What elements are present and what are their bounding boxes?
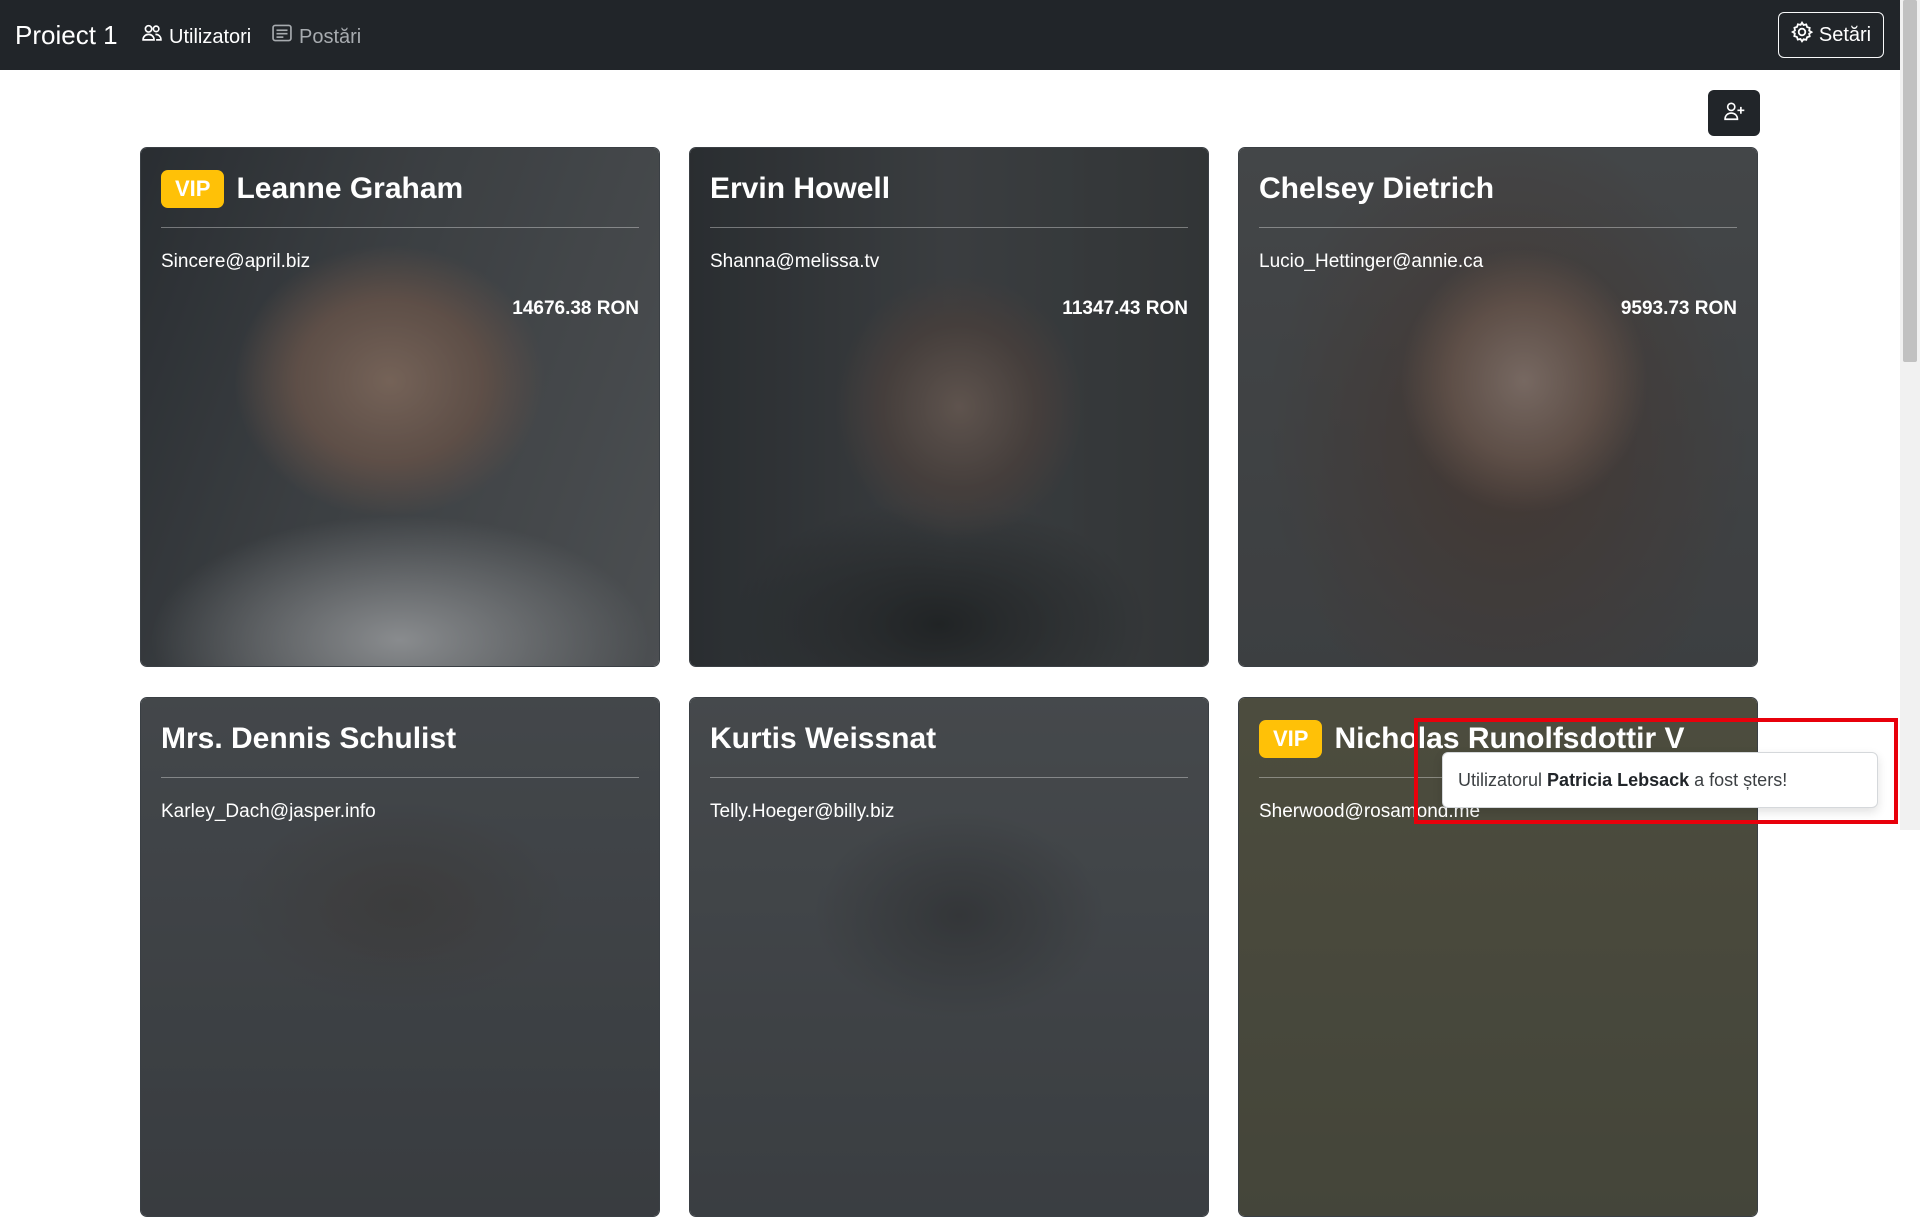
card-divider	[710, 227, 1188, 228]
posts-icon	[271, 22, 293, 51]
person-plus-icon	[1723, 100, 1745, 127]
deleted-user-toast: Utilizatorul Patricia Lebsack a fost ște…	[1442, 752, 1878, 808]
scrollbar-thumb[interactable]	[1903, 0, 1917, 362]
nav-link-users[interactable]: Utilizatori	[141, 22, 251, 51]
settings-button[interactable]: Setări	[1778, 12, 1884, 58]
vip-badge: VIP	[1259, 720, 1323, 758]
user-name: Ervin Howell	[710, 172, 891, 205]
user-email: Telly.Hoeger@billy.biz	[710, 801, 895, 822]
user-card[interactable]: VIP Leanne Graham Sincere@april.biz 1467…	[140, 147, 660, 667]
user-card[interactable]: Mrs. Dennis Schulist Karley_Dach@jasper.…	[140, 697, 660, 1217]
user-email: Lucio_Hettinger@annie.ca	[1259, 251, 1484, 272]
user-name: Mrs. Dennis Schulist	[161, 722, 457, 755]
card-divider	[161, 777, 639, 778]
vertical-scrollbar[interactable]	[1900, 0, 1920, 830]
toast-suffix: a fost șters!	[1694, 770, 1788, 790]
user-name: Kurtis Weissnat	[710, 722, 937, 755]
users-icon	[141, 22, 163, 51]
user-name: Nicholas Runolfsdottir V	[1334, 722, 1685, 755]
top-navbar: Proiect 1 Utilizatori Postări Setări	[0, 0, 1920, 70]
user-email: Shanna@melissa.tv	[710, 251, 880, 272]
nav-link-users-label: Utilizatori	[169, 25, 252, 48]
user-balance: 14676.38 RON	[512, 298, 639, 319]
user-card[interactable]: Ervin Howell Shanna@melissa.tv 11347.43 …	[689, 147, 1209, 667]
nav-link-posts[interactable]: Postări	[271, 22, 361, 51]
toast-prefix: Utilizatorul	[1458, 770, 1543, 790]
card-divider	[1259, 227, 1737, 228]
user-balance: 9593.73 RON	[1620, 298, 1737, 319]
settings-button-label: Setări	[1818, 23, 1872, 46]
card-divider	[161, 227, 639, 228]
card-divider	[710, 777, 1188, 778]
user-card[interactable]: Kurtis Weissnat Telly.Hoeger@billy.biz	[689, 697, 1209, 1217]
user-balance: 11347.43 RON	[1062, 298, 1188, 319]
add-user-button[interactable]	[1708, 90, 1760, 136]
gear-icon	[1790, 20, 1814, 49]
user-email: Karley_Dach@jasper.info	[161, 801, 376, 822]
brand-title[interactable]: Proiect 1	[15, 18, 118, 52]
user-name: Chelsey Dietrich	[1259, 172, 1495, 205]
vip-badge: VIP	[161, 170, 225, 208]
toast-user-name: Patricia Lebsack	[1547, 770, 1690, 790]
user-name: Leanne Graham	[236, 172, 464, 205]
nav-link-posts-label: Postări	[299, 25, 362, 48]
user-email: Sincere@april.biz	[161, 251, 311, 272]
user-card[interactable]: Chelsey Dietrich Lucio_Hettinger@annie.c…	[1238, 147, 1758, 667]
